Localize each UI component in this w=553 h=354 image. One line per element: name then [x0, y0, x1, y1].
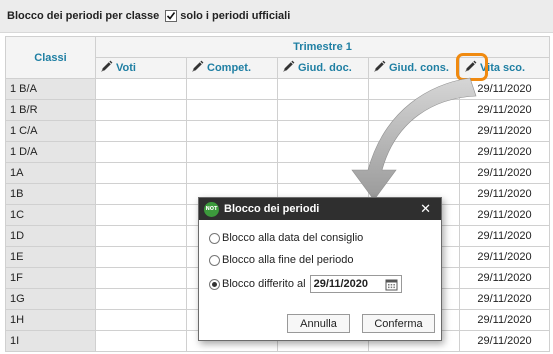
lock-cell[interactable]	[95, 330, 187, 352]
class-name-cell: 1 C/A	[5, 120, 96, 142]
lock-cell[interactable]	[186, 99, 278, 121]
column-header-1[interactable]: Compet.	[186, 57, 278, 79]
official-periods-label: solo i periodi ufficiali	[180, 10, 291, 22]
lock-cell[interactable]	[95, 246, 187, 268]
radio-council-date[interactable]	[209, 232, 220, 244]
class-name-cell: 1 B/R	[5, 99, 96, 121]
column-header-label: Giud. cons.	[389, 62, 449, 74]
class-name-cell: 1B	[5, 183, 96, 205]
lock-cell[interactable]	[95, 120, 187, 142]
dialog-titlebar: NOT Blocco dei periodi ✕	[199, 198, 441, 220]
lock-cell[interactable]	[95, 309, 187, 331]
class-name-cell: 1A	[5, 162, 96, 184]
radio-period-end[interactable]	[209, 254, 220, 266]
not-app-icon: NOT	[204, 201, 219, 217]
option-period-end-label: Blocco alla fine del periodo	[222, 254, 354, 266]
vita-date-cell[interactable]: 29/11/2020	[458, 330, 551, 352]
lock-cell[interactable]	[186, 120, 278, 142]
option-deferred-label: Blocco differito al	[222, 278, 306, 290]
lock-cell[interactable]	[95, 78, 187, 100]
option-council-date[interactable]: Blocco alla data del consiglio	[209, 232, 363, 244]
lock-cell[interactable]	[95, 162, 187, 184]
column-header-0[interactable]: Voti	[95, 57, 187, 79]
lock-cell[interactable]	[95, 204, 187, 226]
column-header-label: Giud. doc.	[298, 62, 352, 74]
option-council-date-label: Blocco alla data del consiglio	[222, 232, 364, 244]
lock-cell[interactable]	[95, 225, 187, 247]
class-name-cell: 1F	[5, 267, 96, 289]
radio-deferred[interactable]	[209, 278, 220, 290]
option-period-end[interactable]: Blocco alla fine del periodo	[209, 254, 353, 266]
class-name-cell: 1G	[5, 288, 96, 310]
class-name-cell: 1 D/A	[5, 141, 96, 163]
vita-date-cell[interactable]: 29/11/2020	[458, 267, 551, 289]
dialog-title: Blocco dei periodi	[224, 203, 320, 215]
lock-cell[interactable]	[95, 99, 187, 121]
vita-date-cell[interactable]: 29/11/2020	[458, 309, 551, 331]
lock-cell[interactable]	[95, 183, 187, 205]
top-toolbar: Blocco dei periodi per classe solo i per…	[0, 0, 553, 33]
calendar-icon[interactable]	[385, 278, 398, 291]
vita-date-cell[interactable]: 29/11/2020	[458, 225, 551, 247]
close-icon[interactable]: ✕	[420, 201, 431, 217]
column-header-label: Compet.	[207, 62, 251, 74]
edit-pencil-icon[interactable]	[100, 60, 113, 76]
column-header-label: Voti	[116, 62, 136, 74]
classi-header: Classi	[5, 36, 96, 79]
cancel-button[interactable]: Annulla	[287, 314, 350, 333]
class-name-cell: 1C	[5, 204, 96, 226]
lock-cell[interactable]	[95, 288, 187, 310]
class-name-cell: 1D	[5, 225, 96, 247]
class-name-cell: 1E	[5, 246, 96, 268]
official-periods-checkbox[interactable]	[165, 10, 178, 22]
lock-cell[interactable]	[186, 78, 278, 100]
lock-cell[interactable]	[95, 267, 187, 289]
class-name-cell: 1I	[5, 330, 96, 352]
curved-arrow-icon	[351, 77, 477, 201]
deferred-date-value: 29/11/2020	[313, 278, 369, 290]
option-deferred[interactable]: Blocco differito al 29/11/2020	[209, 275, 402, 293]
class-name-cell: 1H	[5, 309, 96, 331]
confirm-button[interactable]: Conferma	[362, 314, 435, 333]
checkmark-icon	[167, 12, 176, 20]
vita-date-cell[interactable]: 29/11/2020	[458, 204, 551, 226]
edit-pencil-icon[interactable]	[282, 60, 295, 76]
vita-date-cell[interactable]: 29/11/2020	[458, 288, 551, 310]
lock-cell[interactable]	[186, 162, 278, 184]
lock-cell[interactable]	[95, 141, 187, 163]
class-name-cell: 1 B/A	[5, 78, 96, 100]
page-title: Blocco dei periodi per classe	[7, 10, 160, 22]
vita-date-cell[interactable]: 29/11/2020	[458, 246, 551, 268]
deferred-date-input[interactable]: 29/11/2020	[309, 275, 402, 293]
lock-cell[interactable]	[186, 141, 278, 163]
edit-pencil-icon[interactable]	[191, 60, 204, 76]
period-lock-dialog: NOT Blocco dei periodi ✕ Blocco alla dat…	[198, 197, 442, 341]
